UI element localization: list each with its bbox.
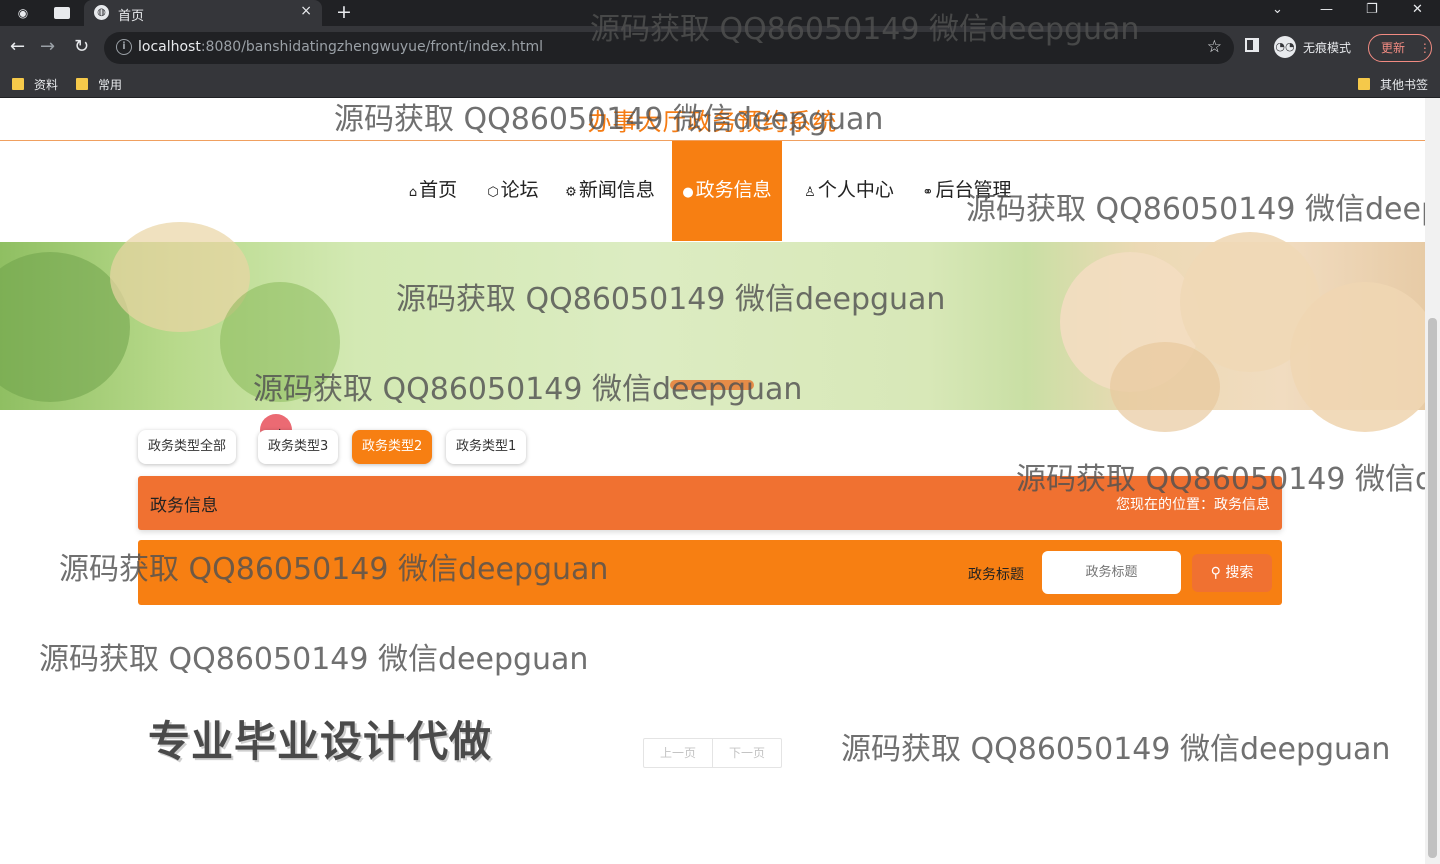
new-tab-button[interactable]: +: [336, 1, 352, 23]
bookmark-star-icon[interactable]: ☆: [1207, 37, 1222, 57]
user-icon: ♙: [804, 185, 816, 200]
site-title: 办事大厅政务预约系统: [587, 108, 838, 136]
restore-icon[interactable]: ❐: [1366, 2, 1378, 17]
home-icon: ⌂: [408, 185, 418, 200]
reload-icon[interactable]: ↻: [74, 36, 89, 57]
browser-menu-icon[interactable]: ◉: [14, 4, 32, 22]
search-label: 政务标题: [968, 567, 1024, 583]
section-header: 政务信息 您现在的位置：政务信息: [138, 476, 1282, 530]
page-viewport: 办事大厅政务预约系统 ⌂ 首页 ⬡ 论坛 ⚙ 新闻信息 ● 政务信息 ♙ 个人中心 ⚭ 后台…: [0, 98, 1425, 864]
address-toolbar: ← → ↻ i localhost:8080/banshidatingzheng…: [0, 26, 1440, 70]
filter-type-2[interactable]: 政务类型2: [352, 430, 433, 464]
incognito-icon: ◔◔: [1274, 36, 1296, 58]
tab-search-icon[interactable]: [54, 7, 70, 19]
next-page-button[interactable]: 下一页: [713, 739, 781, 767]
tab-title: 首页: [118, 9, 145, 24]
breadcrumb: 您现在的位置：政务信息: [1116, 497, 1270, 513]
main-nav: ⌂ 首页 ⬡ 论坛 ⚙ 新闻信息 ● 政务信息 ♙ 个人中心 ⚭ 后台管理: [0, 141, 1425, 241]
palette-icon: ⚙: [565, 185, 577, 200]
tab-list-chevron-icon[interactable]: ⌄: [1272, 2, 1283, 17]
search-button[interactable]: ⚲ 搜索: [1192, 554, 1272, 592]
incognito-label: 无痕模式: [1303, 41, 1352, 55]
folder-icon: [1358, 78, 1370, 90]
overlay-ad-text: 专业毕业设计代做: [148, 717, 493, 766]
filter-type-3[interactable]: 政务类型3: [258, 430, 339, 464]
minimize-icon[interactable]: —: [1320, 2, 1333, 17]
back-icon[interactable]: ←: [10, 36, 25, 57]
bookmarks-bar: 资料 常用 其他书签: [0, 70, 1440, 98]
close-window-icon[interactable]: ✕: [1412, 2, 1423, 17]
search-input[interactable]: [1042, 551, 1181, 594]
update-button[interactable]: 更新 ⋮: [1368, 34, 1432, 62]
side-panel-icon[interactable]: [1245, 38, 1259, 52]
scroll-thumb[interactable]: [1428, 318, 1437, 858]
cube-icon: ⬡: [487, 185, 499, 200]
nav-item-forum[interactable]: ⬡ 论坛: [480, 141, 546, 241]
bookmark-folder[interactable]: 常用: [76, 76, 122, 93]
search-panel: 政务标题 ⚲ 搜索: [138, 540, 1282, 605]
globe-icon: ◍: [94, 5, 109, 20]
nav-item-admin[interactable]: ⚭ 后台管理: [914, 141, 1020, 241]
site-info-icon[interactable]: i: [116, 39, 132, 55]
url-text[interactable]: localhost:8080/banshidatingzhengwuyue/fr…: [138, 39, 543, 55]
filter-type-1[interactable]: 政务类型1: [446, 430, 527, 464]
browser-tab-strip: ◉ ◍ 首页 × + ⌄ — ❐ ✕: [0, 0, 1440, 26]
nav-item-home[interactable]: ⌂ 首页: [400, 141, 466, 241]
close-tab-icon[interactable]: ×: [300, 3, 312, 19]
page-scrollbar[interactable]: [1425, 98, 1440, 864]
folder-icon: [12, 78, 24, 90]
nav-item-profile[interactable]: ♙ 个人中心: [796, 141, 902, 241]
filter-all[interactable]: 政务类型全部: [138, 430, 237, 464]
forward-icon[interactable]: →: [40, 36, 55, 57]
link-icon: ⚭: [922, 185, 934, 200]
search-icon: ⚲: [1210, 565, 1221, 581]
omnibox[interactable]: i localhost:8080/banshidatingzhengwuyue/…: [104, 32, 1234, 64]
prev-page-button[interactable]: 上一页: [644, 739, 714, 767]
folder-icon: [76, 78, 88, 90]
bookmark-folder[interactable]: 资料: [12, 76, 58, 93]
pagination: 上一页 下一页: [643, 738, 783, 768]
banner-carousel[interactable]: [0, 222, 1425, 432]
nav-item-news[interactable]: ⚙ 新闻信息: [558, 141, 662, 241]
other-bookmarks[interactable]: 其他书签: [1358, 76, 1428, 93]
globe-icon: ●: [682, 185, 694, 200]
carousel-indicator[interactable]: [670, 380, 754, 390]
nav-item-gov-info[interactable]: ● 政务信息: [672, 141, 782, 241]
browser-tab[interactable]: ◍ 首页 ×: [84, 0, 322, 26]
section-title: 政务信息: [150, 496, 218, 516]
